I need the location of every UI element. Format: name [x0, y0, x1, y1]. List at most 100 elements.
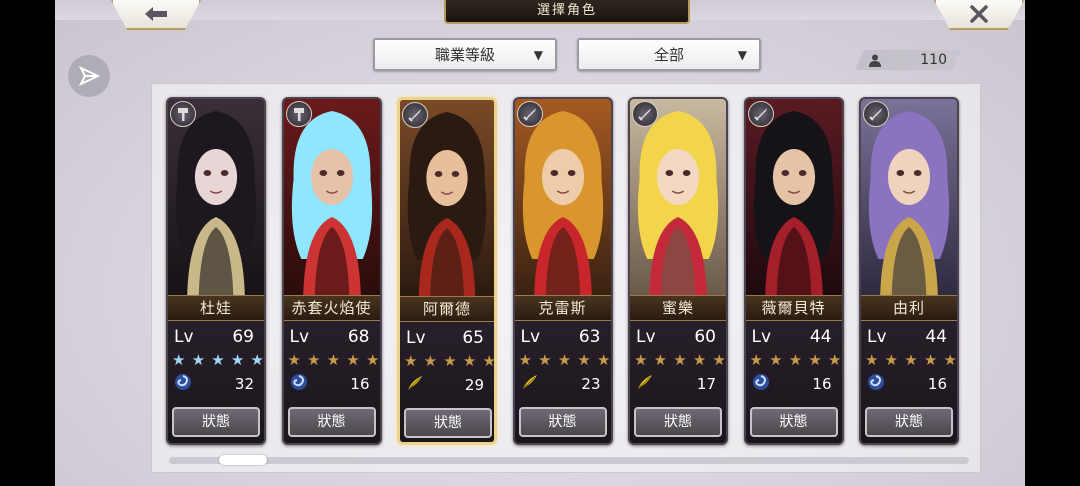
star-icon: ★ [692, 351, 707, 369]
all-filter-dropdown[interactable]: 全部 ▼ [577, 38, 761, 71]
feather-icon [406, 374, 424, 396]
star-icon: ★ [287, 351, 301, 369]
character-card[interactable]: 蜜樂 Lv 60 ★ ★ ★ ★ ★ 17 狀態 [628, 97, 728, 445]
skill-row: 16 [290, 373, 370, 395]
level-value: 63 [578, 327, 601, 347]
page-title: 選擇角色 [444, 0, 690, 24]
level-row: Lv 69 [174, 327, 254, 347]
share-arrow-icon [78, 65, 100, 87]
character-stats: Lv 63 ★ ★ ★ ★ ★ 23 狀態 [514, 321, 611, 443]
level-row: Lv 44 [752, 327, 832, 347]
level-row: Lv 68 [290, 327, 370, 347]
character-name: 蜜樂 [630, 295, 726, 321]
star-icon: ★ [404, 352, 418, 370]
star-icon: ★ [482, 352, 496, 370]
star-rating: ★ ★ ★ ★ ★ [750, 351, 842, 369]
status-button[interactable]: 狀態 [518, 407, 607, 437]
status-button[interactable]: 狀態 [172, 407, 260, 437]
class-level-sort-label: 職業等級 [434, 46, 495, 64]
skill-row: 23 [521, 373, 601, 395]
sword-icon [863, 101, 889, 127]
level-row: Lv 65 [406, 328, 484, 348]
level-row: Lv 63 [521, 327, 601, 347]
back-arrow-icon [145, 7, 167, 21]
level-value: 44 [809, 327, 832, 347]
star-icon: ★ [904, 351, 918, 369]
character-portrait [283, 99, 380, 295]
star-icon: ★ [634, 351, 648, 369]
sword-icon [516, 101, 543, 127]
status-button[interactable]: 狀態 [749, 407, 838, 437]
status-button[interactable]: 狀態 [287, 407, 376, 437]
skill-value: 17 [696, 375, 716, 393]
star-icon: ★ [673, 351, 687, 369]
star-icon: ★ [749, 351, 763, 369]
star-icon: ★ [808, 351, 822, 369]
character-card[interactable]: 由利 Lv 44 ★ ★ ★ ★ ★ 16 狀態 [859, 97, 959, 445]
status-button[interactable]: 狀態 [404, 408, 492, 438]
skill-value: 32 [234, 375, 254, 393]
star-icon: ★ [172, 351, 186, 369]
skill-row: 16 [752, 373, 832, 395]
star-icon: ★ [462, 352, 477, 370]
star-rating: ★ ★ ★ ★ ★ [519, 351, 611, 369]
character-stats: Lv 65 ★ ★ ★ ★ ★ 29 狀態 [400, 322, 496, 442]
level-value: 68 [347, 327, 370, 347]
feather-icon [636, 373, 654, 395]
star-icon: ★ [653, 351, 668, 369]
star-icon: ★ [943, 351, 957, 369]
level-label: Lv [751, 327, 772, 347]
star-icon: ★ [788, 351, 803, 369]
character-portrait [514, 99, 611, 295]
character-name: 克雷斯 [514, 295, 611, 321]
status-button[interactable]: 狀態 [865, 407, 953, 437]
scrollbar-track[interactable] [169, 457, 969, 464]
star-icon: ★ [443, 352, 457, 370]
status-button[interactable]: 狀態 [634, 407, 722, 437]
skill-row: 32 [174, 373, 254, 395]
star-icon: ★ [597, 351, 611, 369]
character-name: 由利 [861, 295, 957, 321]
star-icon: ★ [346, 351, 360, 369]
level-label: Lv [636, 327, 656, 347]
star-icon: ★ [250, 351, 264, 369]
level-label: Lv [289, 327, 310, 347]
hammer-icon [170, 101, 196, 127]
star-icon: ★ [577, 351, 591, 369]
level-value: 60 [694, 327, 716, 347]
character-card[interactable]: 杜娃 Lv 69 ★ ★ ★ ★ ★ 32 狀態 [166, 97, 266, 445]
level-value: 69 [232, 327, 254, 347]
character-card[interactable]: 阿爾德 Lv 65 ★ ★ ★ ★ ★ 29 狀態 [397, 97, 497, 445]
share-button[interactable] [68, 55, 110, 97]
character-portrait [745, 99, 842, 295]
star-icon: ★ [307, 351, 321, 369]
skill-row: 17 [636, 373, 716, 395]
star-icon: ★ [230, 351, 245, 369]
character-select-screen: 選擇角色 職業等級 ▼ 全部 ▼ 110 杜娃 Lv 69 ★ ★ ★ ★ ★ … [55, 0, 1025, 486]
star-icon: ★ [211, 351, 225, 369]
character-stats: Lv 69 ★ ★ ★ ★ ★ 32 狀態 [168, 321, 264, 443]
character-card[interactable]: 薇爾貝特 Lv 44 ★ ★ ★ ★ ★ 16 狀態 [743, 97, 844, 445]
person-icon [869, 54, 881, 67]
skill-row: 29 [406, 374, 484, 396]
star-icon: ★ [884, 351, 899, 369]
level-label: Lv [174, 327, 194, 347]
skill-value: 16 [927, 375, 947, 393]
roster-count: 110 [855, 50, 961, 70]
character-name: 薇爾貝特 [745, 295, 842, 321]
character-card[interactable]: 克雷斯 Lv 63 ★ ★ ★ ★ ★ 23 狀態 [512, 97, 613, 445]
close-button[interactable] [934, 0, 1024, 30]
level-value: 65 [462, 328, 484, 348]
hammer-icon [285, 101, 312, 127]
roster-count-value: 110 [920, 52, 947, 68]
scrollbar-thumb[interactable] [219, 455, 267, 465]
level-row: Lv 44 [867, 327, 947, 347]
character-stats: Lv 60 ★ ★ ★ ★ ★ 17 狀態 [630, 321, 726, 443]
star-icon: ★ [865, 351, 879, 369]
character-stats: Lv 68 ★ ★ ★ ★ ★ 16 狀態 [283, 321, 380, 443]
class-level-sort-dropdown[interactable]: 職業等級 ▼ [373, 38, 557, 71]
level-label: Lv [520, 327, 541, 347]
star-icon: ★ [518, 351, 532, 369]
back-button[interactable] [111, 0, 201, 30]
character-card[interactable]: 赤套火焰使 Lv 68 ★ ★ ★ ★ ★ 16 狀態 [281, 97, 382, 445]
